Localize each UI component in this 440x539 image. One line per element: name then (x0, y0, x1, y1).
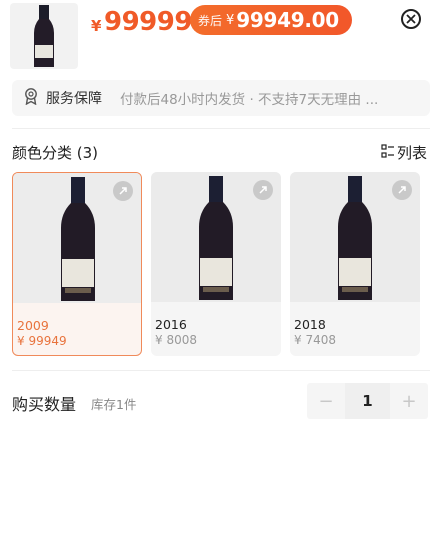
close-icon[interactable] (401, 9, 421, 29)
variant-card-2009[interactable]: 2009 ¥ 99949 (12, 172, 142, 356)
variant-price: ¥ 8008 (155, 333, 197, 347)
list-toggle-label: 列表 (397, 144, 428, 162)
variant-card-2016[interactable]: 2016 ¥ 8008 (151, 172, 281, 356)
expand-icon[interactable] (113, 181, 133, 201)
stock-count: 库存1件 (91, 397, 137, 412)
quantity-label: 购买数量 (12, 395, 77, 414)
coupon-label: 券后 (198, 13, 223, 28)
variant-price: ¥ 99949 (17, 334, 67, 348)
price-currency: ¥ (91, 17, 102, 35)
variant-price: ¥ 7408 (294, 333, 336, 347)
divider (12, 128, 430, 129)
list-view-toggle[interactable]: 列表 (381, 142, 427, 163)
expand-icon[interactable] (253, 180, 273, 200)
service-description: 付款后48小时内发货 · 不支持7天无理由 ... (120, 92, 379, 108)
expand-icon[interactable] (392, 180, 412, 200)
variant-year: 2016 (155, 317, 187, 332)
product-thumbnail[interactable] (10, 3, 78, 69)
badge-icon (22, 87, 40, 109)
service-title: 服务保障 (46, 91, 102, 107)
product-price: 99999 (104, 7, 192, 37)
coupon-price-badge: 券后 ¥ 99949.00 (190, 5, 352, 35)
wine-bottle-image (34, 5, 54, 67)
increment-button[interactable]: + (390, 383, 428, 419)
variant-year: 2018 (294, 317, 326, 332)
variant-card-2018[interactable]: 2018 ¥ 7408 (290, 172, 420, 356)
coupon-price: 99949.00 (236, 8, 339, 32)
quantity-input[interactable]: 1 (345, 383, 390, 419)
variant-section-title: 颜色分类 (3) (12, 144, 99, 162)
divider (12, 370, 430, 371)
coupon-currency: ¥ (226, 12, 235, 28)
decrement-button[interactable]: − (307, 383, 345, 419)
variant-year: 2009 (17, 318, 49, 333)
list-icon (381, 143, 395, 162)
service-guarantee-row[interactable]: 服务保障 付款后48小时内发货 · 不支持7天无理由 ... (12, 80, 430, 116)
quantity-stepper: − 1 + (307, 383, 428, 419)
